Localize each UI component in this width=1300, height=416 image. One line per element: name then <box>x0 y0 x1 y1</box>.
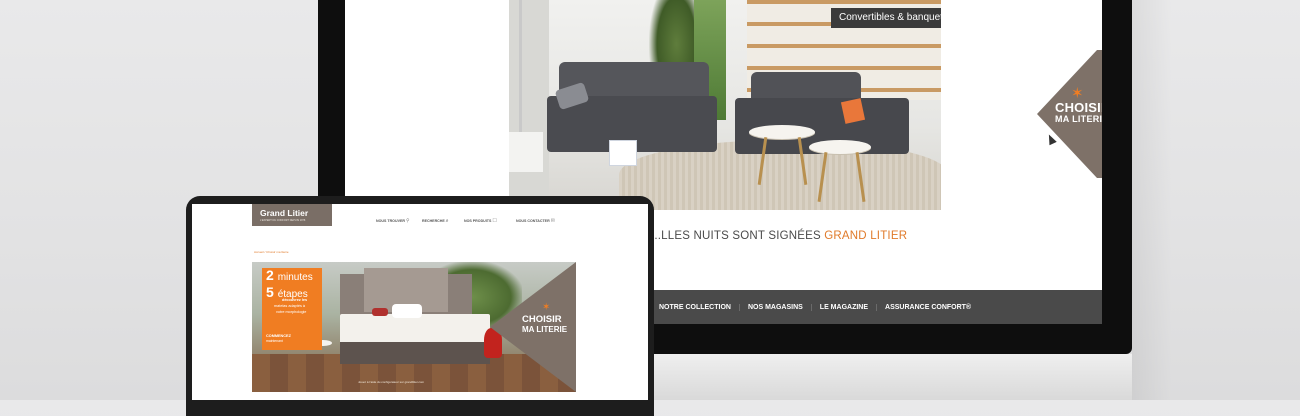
floor-lamp <box>519 0 522 140</box>
choisir-ma-literie-badge[interactable]: ✶ CHOISIR MA LITERIE <box>1037 50 1102 178</box>
ma-literie-label: MA LITERIE <box>1055 114 1102 124</box>
choisir-label: CHOISIR <box>1055 100 1102 115</box>
tagline-prefix: ...LLES NUITS SONT SIGNÉES <box>651 230 821 242</box>
pillow <box>392 304 422 318</box>
nav-le-magazine[interactable]: LE MAGAZINE <box>812 303 878 311</box>
sofa-left <box>547 62 717 152</box>
nav-recherche[interactable]: RECHERCHE ⌕ <box>422 218 449 224</box>
nav-nous-trouver[interactable]: NOUS TROUVER ⚲ <box>376 218 410 224</box>
search-icon: ⌕ <box>445 218 449 224</box>
coffee-table-1 <box>749 125 815 139</box>
hero-wall <box>509 0 549 210</box>
brand-logo[interactable]: Grand Litier L'EXPERT DU CONFORT DEPUIS … <box>252 204 332 226</box>
mail-icon: ✉ <box>550 218 555 224</box>
nav-nos-magasins[interactable]: NOS MAGASINS <box>740 303 812 311</box>
tagline: ...LLES NUITS SONT SIGNÉES GRAND LITIER <box>651 230 907 242</box>
breadcrumb[interactable]: Accueil / Choisir ma literie <box>254 250 289 254</box>
lamp-base <box>509 132 543 172</box>
banner-footer-text: Jouez à l'aide du configurateur sur gran… <box>358 380 425 384</box>
promo-desc-3: votre morphologie <box>276 310 307 314</box>
nav-notre-collection[interactable]: NOTRE COLLECTION <box>651 303 740 311</box>
promo-cta-sub[interactable]: maintenant <box>266 339 283 343</box>
brand-name: Grand Litier <box>260 208 309 218</box>
background-shadow <box>1132 0 1172 400</box>
footer-nav: NOTRE COLLECTION NOS MAGASINS LE MAGAZIN… <box>651 290 1102 324</box>
promo-minutes: 2 minutes 5 étapes <box>266 267 313 300</box>
shopping-bag <box>609 140 637 166</box>
choisir-banner[interactable]: Jouez à l'aide du configurateur sur gran… <box>252 262 576 392</box>
promo-panel[interactable]: 2 minutes 5 étapes découvrez les matelas… <box>262 268 322 350</box>
mattress <box>340 314 490 344</box>
coffee-table-2 <box>809 140 871 154</box>
bed-base <box>340 342 490 364</box>
brand-tagline: L'EXPERT DU CONFORT DEPUIS 1978 <box>260 219 306 222</box>
choisir-label: CHOISIR <box>522 314 562 325</box>
nav-nos-produits[interactable]: NOS PRODUITS ☐ <box>464 218 497 224</box>
hero-category-tag[interactable]: Convertibles & banquettes <box>831 8 941 28</box>
star-icon: ✶ <box>542 302 551 313</box>
promo-cta[interactable]: COMMENCEZ <box>266 334 291 338</box>
promo-desc-1: découvrez les <box>282 298 308 302</box>
laptop-screen: Grand Litier L'EXPERT DU CONFORT DEPUIS … <box>192 204 648 400</box>
tagline-brand: GRAND LITIER <box>824 230 908 242</box>
products-icon: ☐ <box>492 218 497 224</box>
hero-image[interactable]: Convertibles & banquettes <box>509 0 941 210</box>
promo-desc-2: matelas adaptés à <box>274 304 306 308</box>
nav-assurance-confort[interactable]: ASSURANCE CONFORT® <box>877 304 979 311</box>
ma-literie-label: MA LITERIE <box>522 325 568 334</box>
location-icon: ⚲ <box>405 218 410 224</box>
red-pillow <box>372 308 388 316</box>
nav-nous-contacter[interactable]: NOUS CONTACTER ✉ <box>516 218 555 224</box>
